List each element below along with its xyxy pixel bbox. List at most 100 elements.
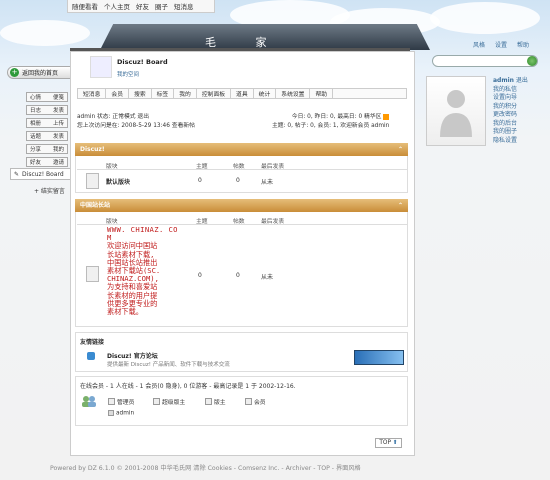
plus-icon: + <box>10 68 19 77</box>
last-post: 从未 <box>261 274 274 281</box>
profile-link[interactable]: 我的积分 <box>493 103 528 112</box>
board-title: Discuz! Board <box>117 58 168 66</box>
top-button[interactable]: TOP ⬆ <box>375 438 402 448</box>
menubar-item[interactable]: 系统设置 <box>276 89 311 98</box>
cloud-decoration <box>430 2 540 34</box>
left-menu-action[interactable]: 上传 <box>53 119 64 127</box>
menubar-item[interactable]: 我的 <box>174 89 197 98</box>
menubar-item[interactable]: 搜索 <box>129 89 152 98</box>
link-icon <box>87 352 95 360</box>
online-user[interactable]: admin <box>108 410 134 417</box>
profile-link[interactable]: 我的圈子 <box>493 128 528 137</box>
section-header[interactable]: Discuz! ⌃ <box>75 143 408 156</box>
legend-item: 管理员 <box>108 397 134 406</box>
legend-label: 超级版主 <box>162 400 186 406</box>
back-home-button[interactable]: + 返回我的首页 <box>7 66 79 79</box>
left-menu-action[interactable]: 发表 <box>53 106 64 114</box>
section-title: Discuz! <box>80 146 105 153</box>
forum-description[interactable]: WWW. CHINAZ. CO M 欢迎访问中国站 长站素材下载, 中国站长站推… <box>107 225 187 326</box>
search-input[interactable] <box>432 55 538 67</box>
profile-username[interactable]: admin <box>493 77 514 84</box>
footer: Powered by DZ 6.1.0 © 2001-2008 中华毛氏网 清除… <box>50 465 361 472</box>
menubar-item[interactable]: 短消息 <box>78 89 107 98</box>
left-menu-label: 相册 <box>30 121 42 127</box>
friend-link-banner[interactable] <box>354 350 404 365</box>
left-board-link[interactable]: ✎ Discuz! Board <box>10 168 72 180</box>
topic-count: 0 <box>198 177 202 184</box>
search-button[interactable] <box>527 56 537 66</box>
profile-link[interactable]: 隐私设置 <box>493 137 528 146</box>
logout-link[interactable]: 退出 <box>516 77 528 84</box>
profile-link[interactable]: 我的后台 <box>493 120 528 129</box>
forum-icon <box>86 173 99 189</box>
left-menu-label: 话题 <box>30 134 42 140</box>
left-menu-item[interactable]: 好友 邀请 <box>26 157 68 167</box>
left-menu-item[interactable]: 日志 发表 <box>26 105 68 115</box>
friend-link-name[interactable]: Discuz! 官方论坛 <box>107 351 158 360</box>
menubar-item[interactable]: 控制面板 <box>197 89 232 98</box>
section-header[interactable]: 中国站长站 ⌃ <box>75 199 408 212</box>
forum-stats: 今日: 0, 昨日: 0, 最高日: 0 精华区 主题: 0, 帖子: 0, 会… <box>272 113 390 131</box>
topnav-item[interactable]: 个人主页 <box>104 1 130 11</box>
legend-item: 超级版主 <box>153 397 185 406</box>
menubar-item[interactable]: 会员 <box>106 89 130 98</box>
menubar-item[interactable]: 道具 <box>231 89 254 98</box>
header-links: 风格 设置 帮助 <box>473 40 529 49</box>
post-count: 0 <box>236 272 240 279</box>
menubar-item[interactable]: 标签 <box>152 89 175 98</box>
legend-label: 管理员 <box>117 400 135 406</box>
profile-link[interactable]: 更改密码 <box>493 111 528 120</box>
user-info: admin 状态: 正常模式 退出 您上次访问是在: 2008-5-29 13:… <box>77 113 195 131</box>
legend-item: 版主 <box>205 397 226 406</box>
profile-link[interactable]: 设置向导 <box>493 94 528 103</box>
stats-today: 今日: 0, 昨日: 0, 最高日: 0 精华区 <box>291 114 382 120</box>
mod-icon <box>205 398 212 405</box>
promo-line: 素材下载。 <box>107 307 143 317</box>
avatar-silhouette-icon <box>440 90 472 137</box>
settings-link[interactable]: 设置 <box>495 40 507 49</box>
topnav-item[interactable]: 好友 <box>136 1 149 11</box>
legend-item: 会员 <box>245 397 266 406</box>
friend-link-desc: 提供最新 Discuz! 产品新闻、软件下载与技术交流 <box>107 362 230 368</box>
member-icon <box>245 398 252 405</box>
board-avatar <box>90 56 112 78</box>
collapse-icon[interactable]: ⌃ <box>398 199 403 212</box>
left-board-label: Discuz! Board <box>22 170 64 178</box>
left-menu-item[interactable]: 分享 我的 <box>26 144 68 154</box>
left-menu-item[interactable]: 相册 上传 <box>26 118 68 128</box>
board-subtitle[interactable]: 我的空间 <box>117 70 139 78</box>
profile-link[interactable]: 我的私信 <box>493 86 528 95</box>
pencil-icon: ✎ <box>14 170 20 178</box>
left-menu-action[interactable]: 发表 <box>53 132 64 140</box>
legend-label: 版主 <box>214 400 226 406</box>
rss-icon[interactable] <box>383 113 390 120</box>
left-menu-item[interactable]: 心情 便笺 <box>26 92 68 102</box>
profile-links: admin 退出 我的私信 设置向导 我的积分 更改密码 我的后台 我的圈子 隐… <box>493 77 528 145</box>
left-menu-label: 日志 <box>30 108 42 114</box>
left-menu-item[interactable]: 话题 发表 <box>26 131 68 141</box>
user-status: admin 状态: 正常模式 退出 <box>77 114 150 120</box>
topnav-item[interactable]: 随便看看 <box>72 1 98 11</box>
forum-icon <box>86 266 99 282</box>
last-visit: 您上次访问是在: 2008-5-29 13:46 查看新帖 <box>77 123 195 129</box>
forum-name[interactable]: 默认版块 <box>106 177 130 186</box>
topic-count: 0 <box>198 272 202 279</box>
left-menu-action[interactable]: 便笺 <box>53 93 64 101</box>
menubar-item[interactable]: 统计 <box>254 89 277 98</box>
left-tree-item[interactable]: + 结实留言 <box>34 186 65 195</box>
help-link[interactable]: 帮助 <box>517 40 529 49</box>
style-link[interactable]: 风格 <box>473 40 485 49</box>
left-menu-action[interactable]: 我的 <box>53 145 64 153</box>
collapse-icon[interactable]: ⌃ <box>398 143 403 156</box>
row-divider <box>77 169 407 170</box>
online-title: 在线会员 - 1 人在线 - 1 会员(0 隐身), 0 位游客 - 最高记录是… <box>80 383 296 390</box>
post-count: 0 <box>236 177 240 184</box>
topnav-item[interactable]: 圈子 <box>155 1 168 11</box>
left-menu-action[interactable]: 邀请 <box>53 158 64 166</box>
cloud-decoration <box>0 20 90 46</box>
topnav-item[interactable]: 短消息 <box>174 1 194 11</box>
back-home-label: 返回我的首页 <box>22 70 59 77</box>
supermod-icon <box>153 398 160 405</box>
menubar-item[interactable]: 帮助 <box>310 89 334 98</box>
last-post: 从未 <box>261 179 274 186</box>
